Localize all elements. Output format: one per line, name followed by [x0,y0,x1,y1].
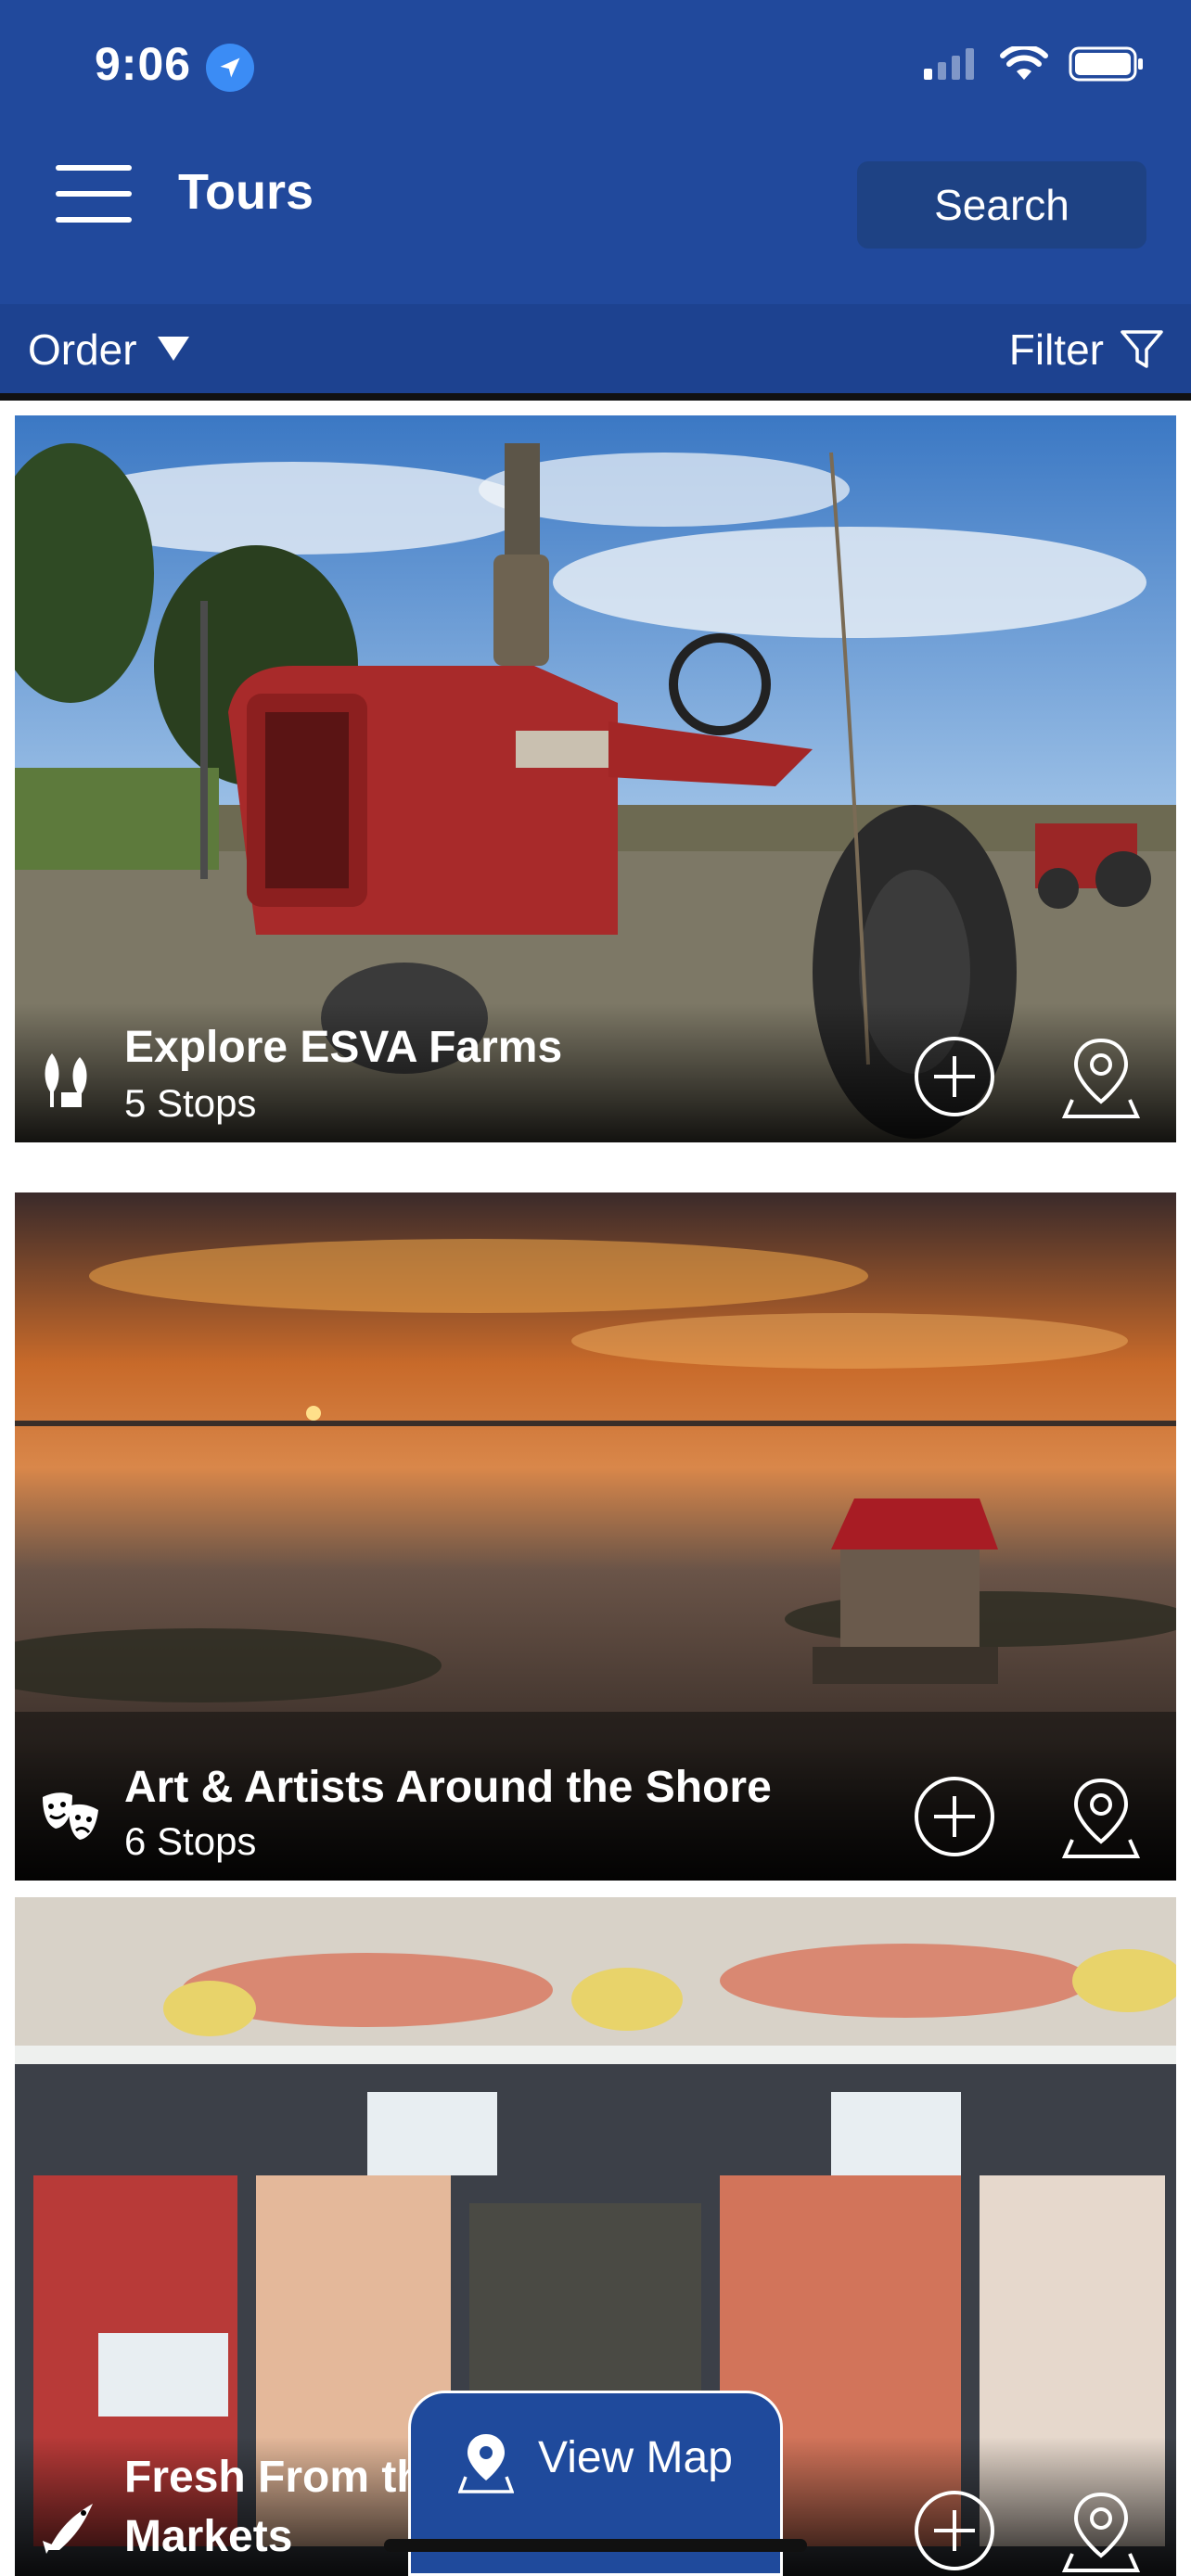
add-tour-button[interactable] [915,2491,994,2570]
filter-funnel-icon [1121,330,1163,368]
home-indicator [384,2539,807,2552]
add-tour-button[interactable] [915,1037,994,1116]
sort-filter-bar: Order Filter [0,304,1191,393]
wifi-icon [1000,46,1048,80]
tour-stops: 5 Stops [124,1081,257,1125]
triangle-down-icon [157,337,189,361]
signal-icon [924,48,974,80]
tour-card[interactable]: Art & Artists Around the Shore 6 Stops [15,1192,1176,1881]
add-tour-button[interactable] [915,1777,994,1856]
tour-title: Explore ESVA Farms [124,1023,563,1072]
map-pin-icon[interactable] [1061,2487,1141,2574]
status-icons [924,46,1145,82]
order-label: Order [28,325,137,374]
search-button[interactable]: Search [857,161,1146,249]
order-dropdown[interactable]: Order [28,325,189,375]
location-arrow-icon [206,44,254,92]
filter-label: Filter [1008,325,1104,374]
app-header: 9:06 Tours Search [0,0,1191,304]
toolbar-divider [0,393,1191,401]
menu-button[interactable] [56,165,132,223]
farm-icon [45,1053,87,1107]
map-pin-icon [458,2434,515,2493]
map-pin-icon[interactable] [1061,1033,1141,1120]
fish-icon [43,2504,93,2554]
tour-stops: 6 Stops [124,1819,257,1863]
view-map-label: View Map [538,2433,733,2482]
tour-card[interactable]: Explore ESVA Farms 5 Stops [15,415,1176,1142]
page-title: Tours [178,164,314,220]
theater-masks-icon [43,1792,98,1840]
battery-icon [1069,46,1143,82]
tour-title: Art & Artists Around the Shore [124,1763,772,1812]
filter-button[interactable]: Filter [1009,325,1163,375]
map-pin-icon[interactable] [1061,1773,1141,1860]
status-time: 9:06 [95,38,192,90]
